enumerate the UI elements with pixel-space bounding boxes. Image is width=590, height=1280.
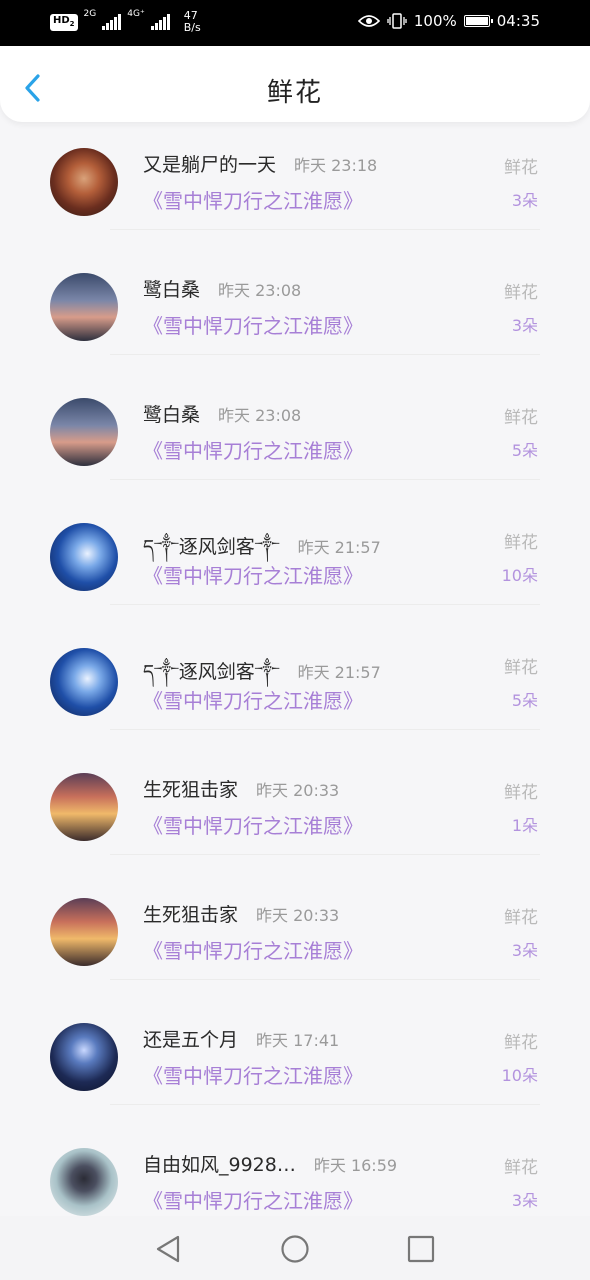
status-left: HD2 2G 4G⁺ 47 B/s bbox=[50, 10, 201, 34]
timestamp: 昨天 23:18 bbox=[294, 156, 378, 175]
username[interactable]: 鹭白桑 bbox=[143, 400, 200, 427]
book-title-link[interactable]: 《雪中悍刀行之江淮愿》 bbox=[143, 1060, 363, 1089]
network-speed: 47 B/s bbox=[183, 9, 201, 34]
row-divider bbox=[110, 729, 540, 730]
nav-recent-button[interactable] bbox=[404, 1232, 438, 1266]
user-line: 自由如风_9928… 昨天 16:59 bbox=[143, 1150, 397, 1177]
gift-amount: 10朵 bbox=[501, 1066, 538, 1085]
clock: 04:35 bbox=[496, 12, 540, 30]
timestamp: 昨天 20:33 bbox=[256, 906, 340, 925]
user-line: 鹭白桑 昨天 23:08 bbox=[143, 275, 301, 302]
user-line: 又是躺尸的一天 昨天 23:18 bbox=[143, 150, 377, 177]
user-avatar[interactable] bbox=[50, 648, 118, 716]
book-title-link[interactable]: 《雪中悍刀行之江淮愿》 bbox=[143, 185, 363, 214]
vibrate-icon bbox=[387, 13, 407, 29]
triangle-back-icon bbox=[156, 1235, 180, 1263]
book-title-link[interactable]: 《雪中悍刀行之江淮愿》 bbox=[143, 685, 363, 714]
username[interactable]: 生死狙击家 bbox=[143, 775, 238, 802]
list-item[interactable]: 鹭白桑 昨天 23:08 《雪中悍刀行之江淮愿》 鲜花 5朵 bbox=[0, 390, 590, 515]
network-type-1: 2G bbox=[83, 9, 97, 19]
gift-amount: 1朵 bbox=[511, 816, 538, 835]
page-title: 鲜花 bbox=[266, 78, 323, 108]
gift-type: 鲜花 bbox=[504, 533, 538, 553]
user-line: 生死狙击家 昨天 20:33 bbox=[143, 900, 339, 927]
nav-back-button[interactable] bbox=[152, 1232, 186, 1266]
row-divider bbox=[110, 604, 540, 605]
status-bar: HD2 2G 4G⁺ 47 B/s 100% 04:35 bbox=[0, 0, 590, 46]
timestamp: 昨天 21:57 bbox=[297, 663, 381, 682]
timestamp: 昨天 20:33 bbox=[256, 781, 340, 800]
eye-icon bbox=[357, 15, 380, 27]
list-item[interactable]: ད༒逐风剑客༒ 昨天 21:57 《雪中悍刀行之江淮愿》 鲜花 10朵 bbox=[0, 515, 590, 640]
hd-badge: HD2 bbox=[50, 13, 78, 31]
user-avatar[interactable] bbox=[50, 523, 118, 591]
gift-amount: 3朵 bbox=[511, 1191, 538, 1210]
list-item[interactable]: 生死狙击家 昨天 20:33 《雪中悍刀行之江淮愿》 鲜花 1朵 bbox=[0, 765, 590, 890]
user-line: 鹭白桑 昨天 23:08 bbox=[143, 400, 301, 427]
username[interactable]: 又是躺尸的一天 bbox=[143, 150, 276, 177]
book-title-link[interactable]: 《雪中悍刀行之江淮愿》 bbox=[143, 1185, 363, 1214]
row-divider bbox=[110, 229, 540, 230]
user-avatar[interactable] bbox=[50, 773, 118, 841]
battery-icon bbox=[463, 15, 493, 27]
timestamp: 昨天 21:57 bbox=[297, 538, 381, 557]
network-type-2: 4G⁺ bbox=[127, 9, 145, 19]
timestamp: 昨天 16:59 bbox=[313, 1156, 398, 1175]
gift-amount: 5朵 bbox=[511, 691, 538, 710]
list-item[interactable]: 生死狙击家 昨天 20:33 《雪中悍刀行之江淮愿》 鲜花 3朵 bbox=[0, 890, 590, 1015]
gift-type: 鲜花 bbox=[504, 408, 538, 428]
row-divider bbox=[110, 479, 540, 480]
gift-type: 鲜花 bbox=[504, 1158, 538, 1178]
row-divider bbox=[110, 979, 540, 980]
user-avatar[interactable] bbox=[50, 398, 118, 466]
user-avatar[interactable] bbox=[50, 148, 118, 216]
username[interactable]: 还是五个月 bbox=[143, 1025, 238, 1052]
username[interactable]: 自由如风_9928… bbox=[143, 1150, 296, 1177]
timestamp: 昨天 23:08 bbox=[218, 281, 302, 300]
book-title-link[interactable]: 《雪中悍刀行之江淮愿》 bbox=[143, 935, 363, 964]
gift-amount: 3朵 bbox=[511, 941, 538, 960]
user-line: 还是五个月 昨天 17:41 bbox=[143, 1025, 339, 1052]
gift-type: 鲜花 bbox=[504, 1033, 538, 1053]
gift-amount: 3朵 bbox=[511, 316, 538, 335]
book-title-link[interactable]: 《雪中悍刀行之江淮愿》 bbox=[143, 560, 363, 589]
user-avatar[interactable] bbox=[50, 1023, 118, 1091]
gift-type: 鲜花 bbox=[504, 283, 538, 303]
list-item[interactable]: 还是五个月 昨天 17:41 《雪中悍刀行之江淮愿》 鲜花 10朵 bbox=[0, 1015, 590, 1140]
user-avatar[interactable] bbox=[50, 273, 118, 341]
username[interactable]: 鹭白桑 bbox=[143, 275, 200, 302]
signal-icon bbox=[150, 14, 170, 30]
signal-icon bbox=[102, 14, 122, 30]
user-avatar[interactable] bbox=[50, 898, 118, 966]
user-avatar[interactable] bbox=[50, 1148, 118, 1216]
row-divider bbox=[110, 854, 540, 855]
list-item[interactable]: 鹭白桑 昨天 23:08 《雪中悍刀行之江淮愿》 鲜花 3朵 bbox=[0, 265, 590, 390]
gift-type: 鲜花 bbox=[504, 658, 538, 678]
book-title-link[interactable]: 《雪中悍刀行之江淮愿》 bbox=[143, 435, 363, 464]
circle-home-icon bbox=[281, 1235, 309, 1263]
square-recent-icon bbox=[407, 1235, 435, 1263]
user-line: 生死狙击家 昨天 20:33 bbox=[143, 775, 339, 802]
timestamp: 昨天 17:41 bbox=[256, 1031, 340, 1050]
gift-type: 鲜花 bbox=[504, 158, 538, 178]
status-right: 100% 04:35 bbox=[357, 12, 540, 30]
gift-type: 鲜花 bbox=[504, 908, 538, 928]
battery-percent: 100% bbox=[413, 12, 457, 30]
book-title-link[interactable]: 《雪中悍刀行之江淮愿》 bbox=[143, 810, 363, 839]
list-item[interactable]: 又是躺尸的一天 昨天 23:18 《雪中悍刀行之江淮愿》 鲜花 3朵 bbox=[0, 140, 590, 265]
row-divider bbox=[110, 354, 540, 355]
timestamp: 昨天 23:08 bbox=[218, 406, 302, 425]
system-nav-bar bbox=[0, 1216, 590, 1280]
list-item[interactable]: ད༒逐风剑客༒ 昨天 21:57 《雪中悍刀行之江淮愿》 鲜花 5朵 bbox=[0, 640, 590, 765]
top-bar: 鲜花 bbox=[0, 46, 590, 122]
username[interactable]: 生死狙击家 bbox=[143, 900, 238, 927]
row-divider bbox=[110, 1104, 540, 1105]
gift-type: 鲜花 bbox=[504, 783, 538, 803]
gift-amount: 3朵 bbox=[511, 191, 538, 210]
gift-amount: 5朵 bbox=[511, 441, 538, 460]
gift-amount: 10朵 bbox=[501, 566, 538, 585]
book-title-link[interactable]: 《雪中悍刀行之江淮愿》 bbox=[143, 310, 363, 339]
nav-home-button[interactable] bbox=[278, 1232, 312, 1266]
